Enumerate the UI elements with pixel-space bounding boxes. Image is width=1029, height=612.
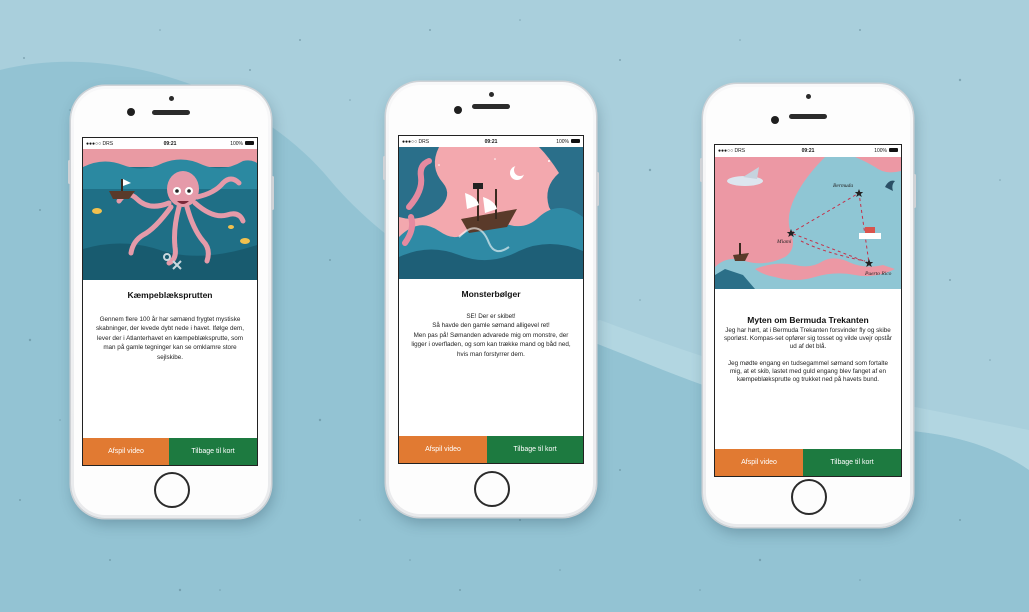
bermuda-map-illustration: Bermuda Miami Puerto Rico	[715, 157, 901, 289]
camera-icon	[127, 108, 135, 116]
phone-2: ●●●○○ DRS 09:21 100% Monsterbølger SE! D…	[383, 82, 599, 517]
battery-label: 100%	[230, 141, 243, 147]
battery-icon	[889, 148, 898, 152]
back-to-map-button[interactable]: Tilbage til kort	[487, 436, 583, 463]
play-video-button[interactable]: Afspil video	[83, 438, 169, 465]
story-line: SE! Der er skibet!	[466, 313, 516, 320]
story-line: Så havde den gamle sømand alligevel ret!	[432, 322, 550, 330]
story-line: Jeg mødte engang en tudsegammel sømand s…	[728, 359, 888, 384]
story-text: Jeg har hørt, at i Bermuda Trekanten for…	[724, 327, 892, 384]
map-label-miami: Miami	[776, 239, 792, 245]
back-to-map-button[interactable]: Tilbage til kort	[169, 438, 257, 465]
status-bar: ●●●○○ DRS 09:21 100%	[83, 138, 257, 149]
sensor-icon	[489, 92, 494, 97]
map-label-bermuda: Bermuda	[833, 183, 853, 189]
battery-label: 100%	[556, 139, 569, 145]
play-video-button[interactable]: Afspil video	[715, 449, 803, 476]
side-button	[913, 174, 916, 208]
story-text: Gennem flere 100 år har sømænd frygtet m…	[95, 316, 245, 361]
story-line: Jeg har hørt, at i Bermuda Trekanten for…	[724, 327, 892, 351]
side-button	[271, 176, 274, 210]
home-button[interactable]	[474, 471, 510, 507]
camera-icon	[771, 116, 779, 124]
speaker-grille	[472, 104, 510, 109]
battery-icon	[245, 141, 254, 145]
time-label: 09:21	[801, 148, 815, 154]
page-title: Monsterbølger	[461, 289, 521, 299]
side-button	[383, 156, 386, 180]
story-spacer	[724, 352, 892, 360]
home-button[interactable]	[154, 472, 190, 508]
octopus-illustration	[83, 149, 257, 280]
phone-1: ●●●○○ DRS 09:21 100% Kæmpeblæksprutten G…	[68, 86, 274, 518]
camera-icon	[454, 106, 462, 114]
story-text: SE! Der er skibet! Så havde den gamle sø…	[408, 312, 574, 359]
screen: ●●●○○ DRS 09:21 100%	[398, 135, 584, 464]
page-title: Kæmpeblæksprutten	[127, 290, 213, 300]
home-button[interactable]	[791, 479, 827, 515]
side-button	[700, 158, 703, 182]
battery-icon	[571, 139, 580, 143]
sensor-icon	[806, 94, 811, 99]
side-button	[596, 172, 599, 206]
phone-3: ●●●○○ DRS 09:21 100% Bermuda Miami Puert…	[700, 84, 916, 527]
status-bar: ●●●○○ DRS 09:21 100%	[715, 145, 901, 156]
status-bar: ●●●○○ DRS 09:21 100%	[399, 136, 583, 147]
map-label-puerto-rico: Puerto Rico	[864, 271, 892, 277]
speaker-grille	[152, 110, 190, 115]
story-line: Men pas på! Sømanden advarede mig om mon…	[411, 331, 571, 358]
monster-wave-illustration	[399, 147, 583, 279]
screen: ●●●○○ DRS 09:21 100%	[82, 137, 258, 466]
page-title: Myten om Bermuda Trekanten	[747, 315, 869, 325]
speaker-grille	[789, 114, 827, 119]
play-video-button[interactable]: Afspil video	[399, 436, 487, 463]
battery-label: 100%	[874, 148, 887, 154]
sensor-icon	[169, 96, 174, 101]
side-button	[68, 160, 71, 184]
screen: ●●●○○ DRS 09:21 100%	[714, 144, 902, 477]
back-to-map-button[interactable]: Tilbage til kort	[803, 449, 901, 476]
